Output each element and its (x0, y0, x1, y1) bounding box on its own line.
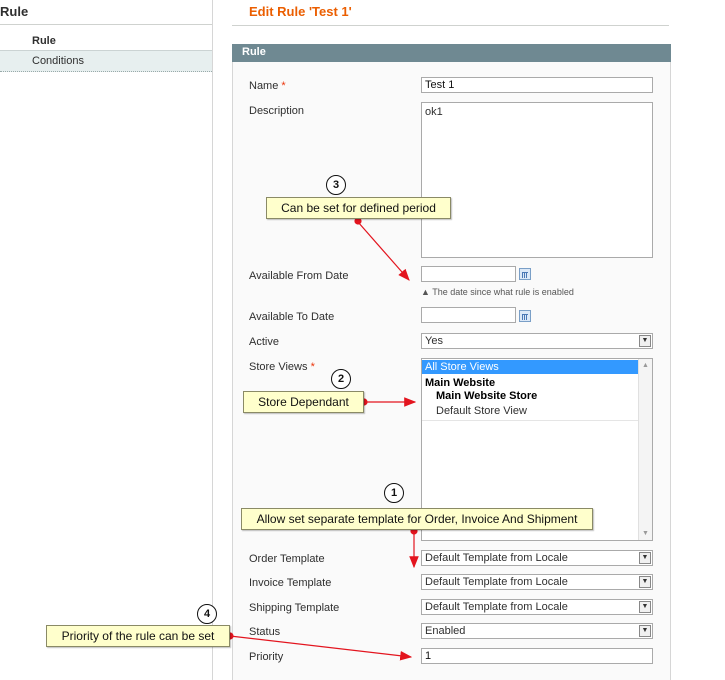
callout-templates: Allow set separate template for Order, I… (241, 508, 593, 530)
callout-number-1: 1 (384, 483, 404, 503)
callout-store: Store Dependant (243, 391, 364, 413)
callout-priority: Priority of the rule can be set (46, 625, 230, 647)
callout-number-4: 4 (197, 604, 217, 624)
arrow-4 (229, 635, 413, 661)
callout-number-3: 3 (326, 175, 346, 195)
callout-period: Can be set for defined period (266, 197, 451, 219)
annotation-arrows (226, 217, 419, 661)
callout-number-2: 2 (331, 369, 351, 389)
arrow-3 (357, 221, 410, 281)
